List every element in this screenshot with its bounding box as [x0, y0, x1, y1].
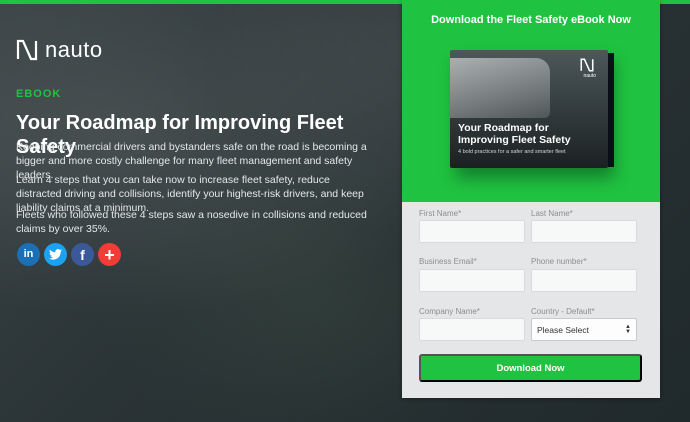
- twitter-icon[interactable]: [44, 243, 67, 266]
- ebook-title: Your Roadmap for Improving Fleet Safety: [458, 122, 571, 146]
- plus-icon[interactable]: +: [98, 243, 121, 266]
- brand-name: nauto: [45, 37, 103, 62]
- social-share-bar: in f +: [17, 243, 121, 266]
- phone-field[interactable]: [531, 269, 637, 292]
- ebook-spine: [608, 53, 614, 167]
- results-paragraph: Fleets who followed these 4 steps saw a …: [16, 209, 367, 235]
- country-label: Country - Default*: [531, 307, 595, 316]
- select-arrows-icon: ▲ ▼: [625, 323, 631, 335]
- phone-label: Phone number*: [531, 257, 587, 266]
- country-select[interactable]: Please Select ▲ ▼: [531, 318, 637, 341]
- linkedin-icon[interactable]: in: [17, 243, 40, 266]
- twitter-bird-glyph: [49, 249, 62, 260]
- last-name-input[interactable]: [531, 220, 637, 243]
- download-form-panel: Download the Fleet Safety eBook Now naut…: [402, 0, 660, 398]
- ebook-logo-icon: [580, 58, 594, 72]
- first-name-input[interactable]: [419, 220, 525, 243]
- download-now-button[interactable]: Download Now: [419, 354, 642, 382]
- form-title: Download the Fleet Safety eBook Now: [431, 14, 631, 26]
- country-selected-value: Please Select: [537, 324, 589, 335]
- nauto-logo-icon: [16, 39, 38, 61]
- email-field[interactable]: [419, 269, 525, 292]
- lead-form: First Name* Last Name* Business Email* P…: [402, 202, 660, 398]
- company-label: Company Name*: [419, 307, 480, 316]
- ebook-subtitle: 4 bold practices for a safer and smarter…: [458, 149, 566, 155]
- company-input[interactable]: [419, 318, 525, 341]
- form-header: Download the Fleet Safety eBook Now naut…: [402, 0, 660, 202]
- last-name-label: Last Name*: [531, 209, 573, 218]
- email-label: Business Email*: [419, 257, 477, 266]
- facebook-icon[interactable]: f: [71, 243, 94, 266]
- ebook-cover-image: nauto Your Roadmap for Improving Fleet S…: [450, 50, 614, 168]
- ebook-logo-text: nauto: [583, 73, 596, 79]
- first-name-label: First Name*: [419, 209, 462, 218]
- nauto-logo[interactable]: nauto: [16, 37, 103, 63]
- ebook-cover: nauto Your Roadmap for Improving Fleet S…: [450, 50, 608, 168]
- van-image: [450, 58, 550, 118]
- eyebrow-label: EBOOK: [16, 88, 62, 100]
